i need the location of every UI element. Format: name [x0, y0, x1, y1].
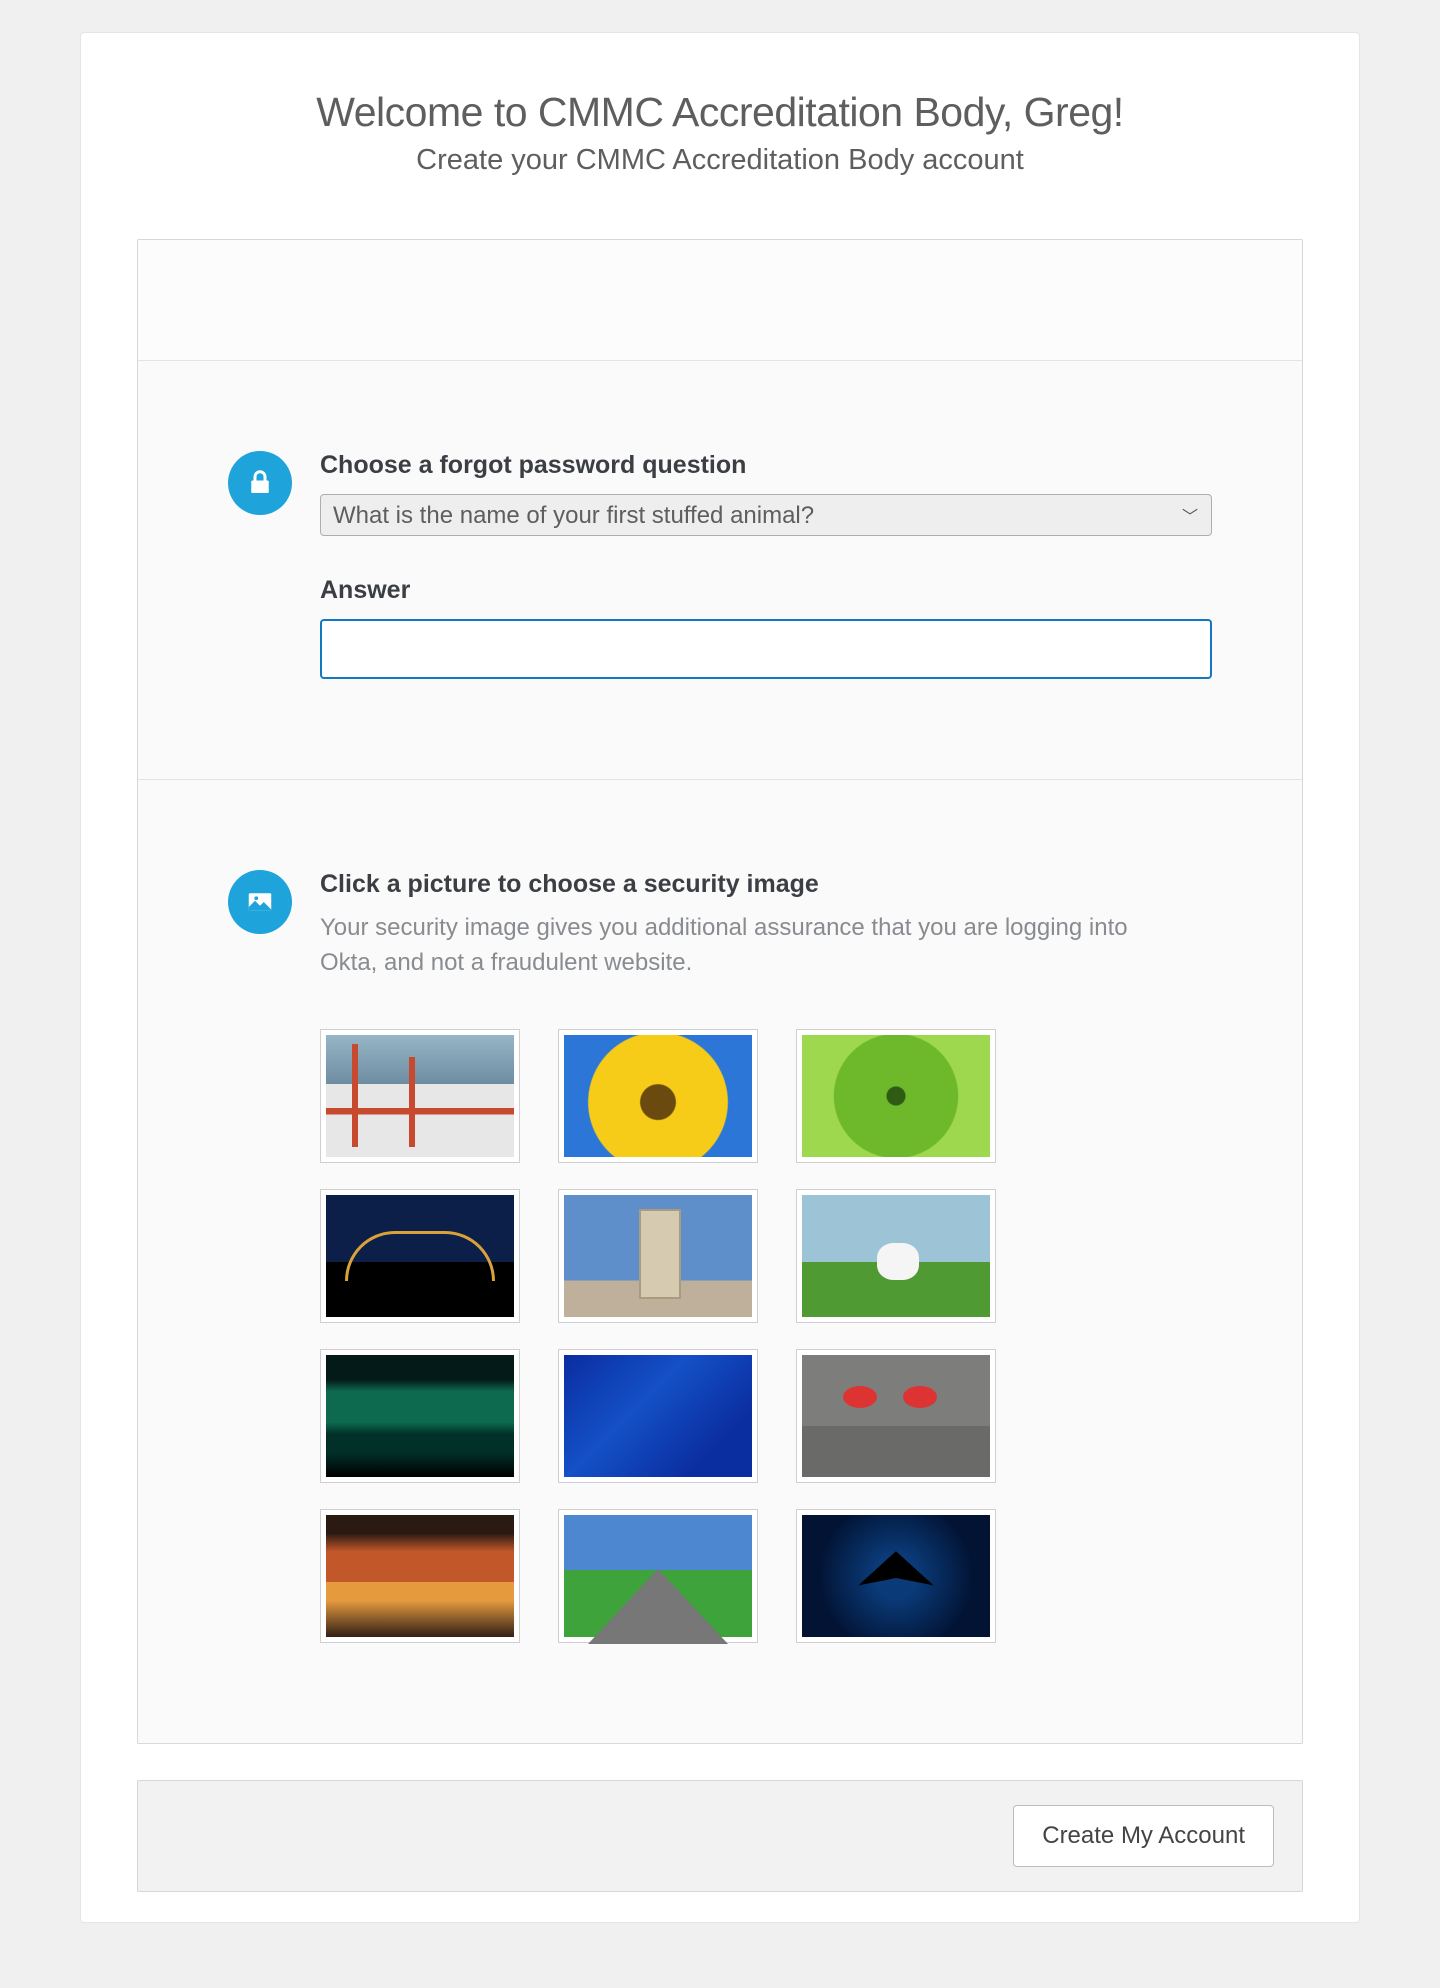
security-image-option-manta-ray[interactable]	[796, 1509, 996, 1643]
security-image-grid	[320, 1029, 1212, 1643]
setup-panel: Choose a forgot password question What i…	[137, 239, 1303, 1744]
create-account-button[interactable]: Create My Account	[1013, 1805, 1274, 1867]
security-image-option-harbour-bridge-night[interactable]	[320, 1189, 520, 1323]
panel-top-band	[138, 240, 1302, 361]
security-image-description: Your security image gives you additional…	[320, 911, 1140, 981]
welcome-title: Welcome to CMMC Accreditation Body, Greg…	[121, 89, 1319, 136]
security-image-option-green-succulent[interactable]	[796, 1029, 996, 1163]
security-image-section: Click a picture to choose a security ima…	[138, 779, 1302, 1743]
security-image-option-open-road[interactable]	[558, 1509, 758, 1643]
footer-bar: Create My Account	[137, 1780, 1303, 1892]
question-select[interactable]: What is the name of your first stuffed a…	[320, 494, 1212, 536]
answer-input[interactable]	[320, 619, 1212, 679]
security-image-option-blue-circuit[interactable]	[558, 1349, 758, 1483]
security-image-option-aurora-borealis[interactable]	[320, 1349, 520, 1483]
security-image-option-golden-gate-bridge[interactable]	[320, 1029, 520, 1163]
question-label: Choose a forgot password question	[320, 451, 1212, 480]
security-image-option-sunset-clouds[interactable]	[320, 1509, 520, 1643]
security-image-option-sunflower[interactable]	[558, 1029, 758, 1163]
account-setup-card: Welcome to CMMC Accreditation Body, Greg…	[80, 32, 1360, 1923]
answer-label: Answer	[320, 576, 1212, 605]
welcome-subtitle: Create your CMMC Accreditation Body acco…	[121, 144, 1319, 177]
security-image-option-sheep-field[interactable]	[796, 1189, 996, 1323]
security-image-option-toy-robot[interactable]	[796, 1349, 996, 1483]
picture-icon	[228, 870, 292, 934]
security-question-section: Choose a forgot password question What i…	[138, 361, 1302, 779]
security-image-title: Click a picture to choose a security ima…	[320, 870, 1212, 899]
lock-icon	[228, 451, 292, 515]
card-header: Welcome to CMMC Accreditation Body, Greg…	[81, 33, 1359, 207]
security-image-option-brooklyn-bridge[interactable]	[558, 1189, 758, 1323]
